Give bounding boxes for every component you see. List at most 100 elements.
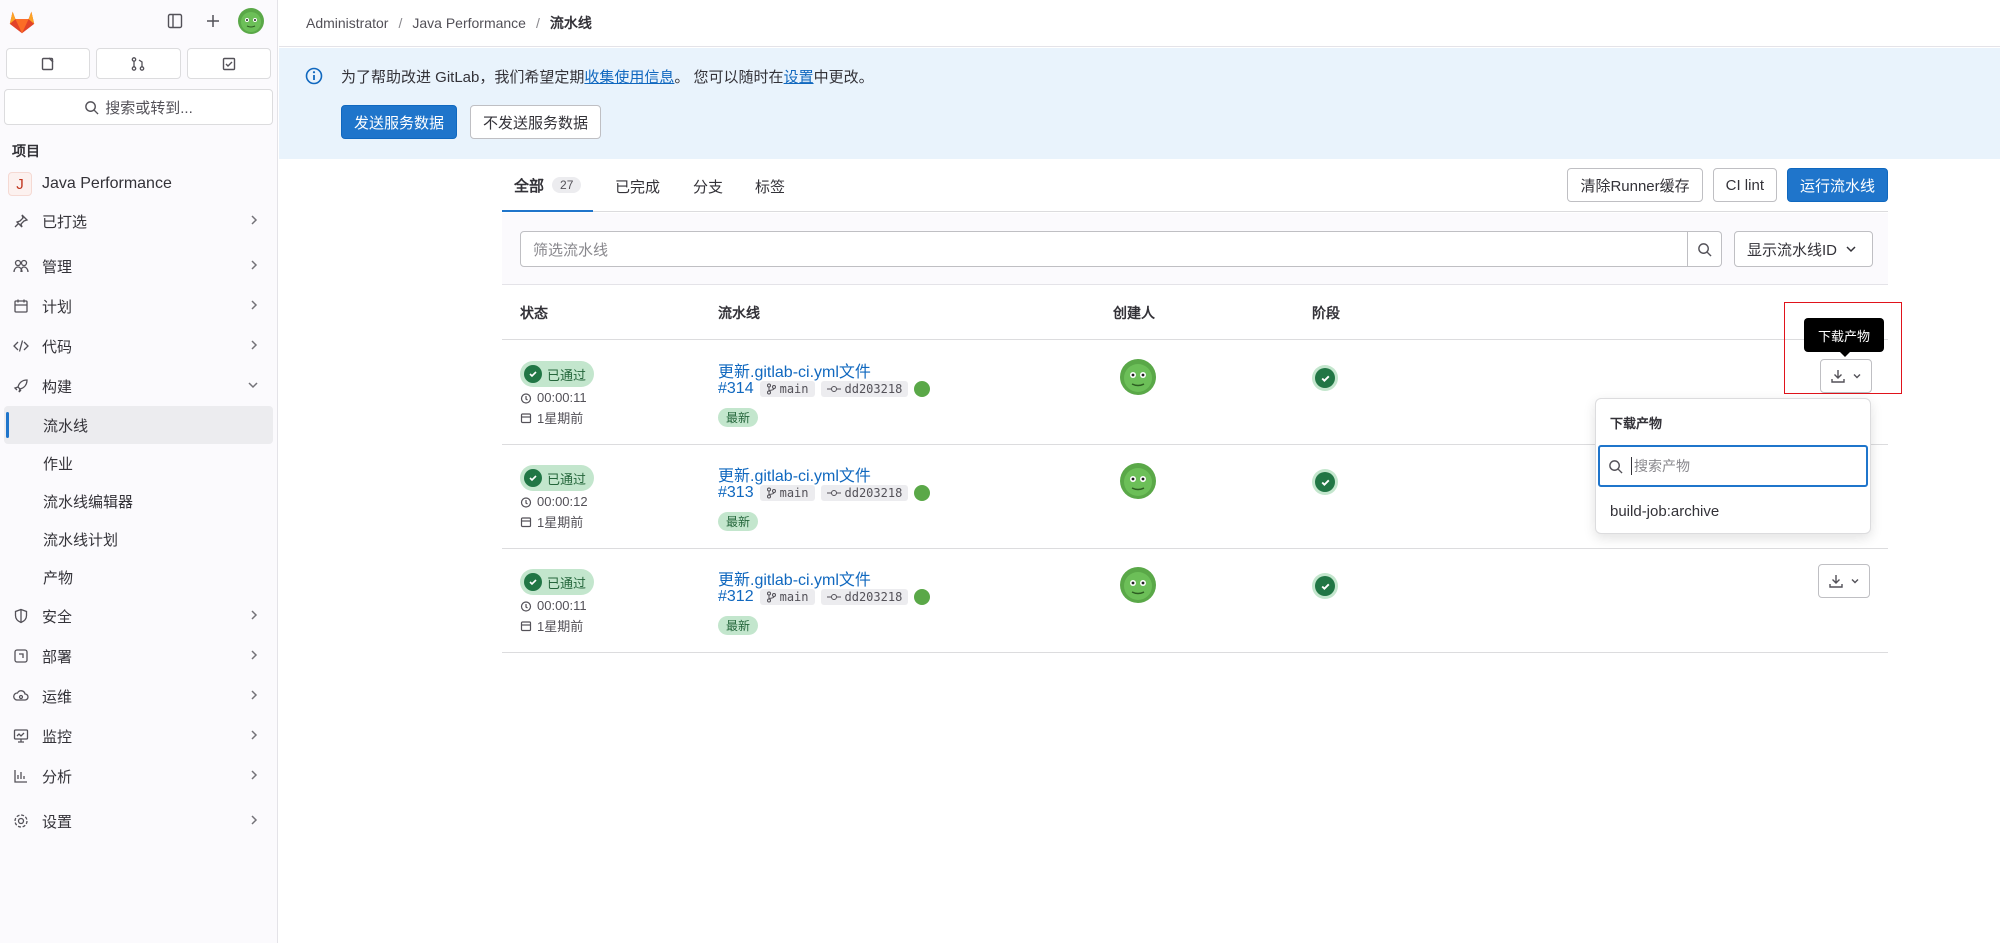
sidebar-item-artifacts[interactable]: 产物 <box>0 558 277 596</box>
status-label: 已通过 <box>547 367 587 383</box>
filter-search-button[interactable] <box>1688 231 1722 267</box>
sidebar-item-analyze[interactable]: 分析 <box>0 756 277 796</box>
latest-badge: 最新 <box>718 408 759 427</box>
sidebar-item-pipeline-editor[interactable]: 流水线编辑器 <box>0 482 277 520</box>
ci-lint-button[interactable]: CI lint <box>1712 168 1777 202</box>
creator-avatar[interactable] <box>1120 359 1156 395</box>
sidebar-item-operate[interactable]: 运维 <box>0 676 277 716</box>
banner-text: 中更改。 <box>813 69 874 86</box>
merge-requests-tab-icon[interactable] <box>96 48 181 79</box>
download-artifacts-tooltip: 下载产物 <box>1804 318 1884 357</box>
sidebar-header <box>0 0 277 42</box>
branch-chip[interactable]: main <box>759 381 815 397</box>
creator-avatar[interactable] <box>1120 567 1156 603</box>
sidebar-item-settings[interactable]: 设置 <box>0 801 277 841</box>
dropdown-title: 下载产物 <box>1610 416 1663 431</box>
tab-finished[interactable]: 已完成 <box>615 160 660 212</box>
calendar-icon <box>520 516 532 527</box>
branch-icon <box>766 591 776 603</box>
gear-icon <box>12 812 30 830</box>
search-artifacts-input[interactable]: 搜索产物 <box>1598 445 1868 487</box>
sidebar-search-button[interactable]: 搜索或转到... <box>4 89 273 125</box>
commit-author-avatar[interactable] <box>914 485 931 501</box>
sidebar-project-link[interactable]: J Java Performance <box>0 167 277 201</box>
run-pipeline-button[interactable]: 运行流水线 <box>1786 168 1888 202</box>
tab-all[interactable]: 全部 27 <box>502 160 594 212</box>
download-artifacts-button[interactable] <box>1818 564 1870 598</box>
monitor-icon <box>12 727 30 745</box>
sidebar-item-code[interactable]: 代码 <box>0 326 277 366</box>
chevron-down-icon <box>247 378 259 396</box>
info-icon <box>305 67 323 85</box>
pipeline-commit-title[interactable]: 更新.gitlab-ci.yml文件 <box>718 358 871 382</box>
todos-tab-icon[interactable] <box>186 48 271 79</box>
sidebar-item-plan[interactable]: 计划 <box>0 286 277 326</box>
commit-chip[interactable]: dd203218 <box>820 381 909 397</box>
send-service-data-button[interactable]: 发送服务数据 <box>341 105 458 139</box>
tab-tags[interactable]: 标签 <box>755 160 785 212</box>
rocket-icon <box>12 377 30 395</box>
sidebar-item-monitor[interactable]: 监控 <box>0 716 277 756</box>
finished-time: 1星期前 <box>520 512 583 531</box>
calendar-icon <box>520 412 532 423</box>
sidebar-item-secure[interactable]: 安全 <box>0 596 277 636</box>
sidebar-item-manage[interactable]: 管理 <box>0 246 277 286</box>
pipeline-id-link[interactable]: #312 <box>718 588 754 606</box>
sidebar-item-pipelines[interactable]: 流水线 <box>4 406 273 444</box>
artifact-item[interactable]: build-job:archive <box>1610 503 1719 520</box>
status-badge[interactable]: 已通过 <box>520 361 595 387</box>
pipeline-refs: #314 main dd203218 <box>718 380 931 398</box>
sidebar-item-jobs[interactable]: 作业 <box>0 444 277 482</box>
settings-link[interactable]: 设置 <box>784 69 814 86</box>
pipeline-id-link[interactable]: #314 <box>718 380 754 398</box>
sidebar-toggle-icon[interactable] <box>164 10 186 32</box>
commit-icon <box>826 386 841 392</box>
user-avatar[interactable] <box>238 8 264 34</box>
dont-send-service-data-button[interactable]: 不发送服务数据 <box>470 105 602 139</box>
sidebar-item-build[interactable]: 构建 <box>0 366 277 406</box>
download-icon <box>1829 575 1843 588</box>
stage-status-icon[interactable] <box>1312 573 1338 599</box>
sidebar-item-pinned[interactable]: 已打选 <box>0 201 277 241</box>
sidebar-item-pipeline-schedules[interactable]: 流水线计划 <box>0 520 277 558</box>
pipeline-id-link[interactable]: #313 <box>718 484 754 502</box>
chevron-right-icon <box>249 813 259 831</box>
clear-runner-cache-button[interactable]: 清除Runner缓存 <box>1567 168 1703 202</box>
commit-author-avatar[interactable] <box>914 381 931 397</box>
status-badge[interactable]: 已通过 <box>520 465 595 491</box>
pipeline-commit-title[interactable]: 更新.gitlab-ci.yml文件 <box>718 462 871 486</box>
tab-branches[interactable]: 分支 <box>693 160 723 212</box>
sidebar-item-deploy[interactable]: 部署 <box>0 636 277 676</box>
breadcrumb-admin[interactable]: Administrator <box>306 15 388 31</box>
sidebar-quick-tabs <box>0 42 277 79</box>
commit-chip[interactable]: dd203218 <box>820 485 909 501</box>
gitlab-logo-icon[interactable] <box>7 6 37 36</box>
breadcrumb-separator: / <box>398 15 403 31</box>
pipeline-commit-title[interactable]: 更新.gitlab-ci.yml文件 <box>718 566 871 590</box>
timer-icon <box>520 600 532 612</box>
branch-chip[interactable]: main <box>759 589 815 605</box>
project-name: Java Performance <box>42 175 172 192</box>
commit-chip[interactable]: dd203218 <box>820 589 909 605</box>
stage-status-icon[interactable] <box>1312 365 1338 391</box>
status-badge[interactable]: 已通过 <box>520 569 595 595</box>
breadcrumb-project[interactable]: Java Performance <box>412 15 526 31</box>
sidebar-item-label: 代码 <box>42 338 73 356</box>
stage-status-icon[interactable] <box>1312 469 1338 495</box>
column-pipeline: 流水线 <box>718 305 760 321</box>
code-icon <box>12 337 30 355</box>
filter-pipelines-input[interactable]: 筛选流水线 <box>520 231 1688 267</box>
creator-avatar[interactable] <box>1120 463 1156 499</box>
show-pipeline-id-dropdown[interactable]: 显示流水线ID <box>1734 231 1873 267</box>
commit-author-avatar[interactable] <box>914 589 931 605</box>
issues-tab-icon[interactable] <box>6 48 91 79</box>
branch-chip[interactable]: main <box>759 485 815 501</box>
filter-bar: 筛选流水线 显示流水线ID <box>502 213 1888 285</box>
collect-usage-link[interactable]: 收集使用信息 <box>584 69 674 86</box>
calendar-icon <box>12 297 30 315</box>
time-value: 1星期前 <box>537 515 584 530</box>
chevron-right-icon <box>249 258 259 276</box>
plus-icon[interactable] <box>202 10 224 32</box>
sidebar-section-title: 项目 <box>12 143 40 159</box>
breadcrumb-current[interactable]: 流水线 <box>550 13 592 33</box>
